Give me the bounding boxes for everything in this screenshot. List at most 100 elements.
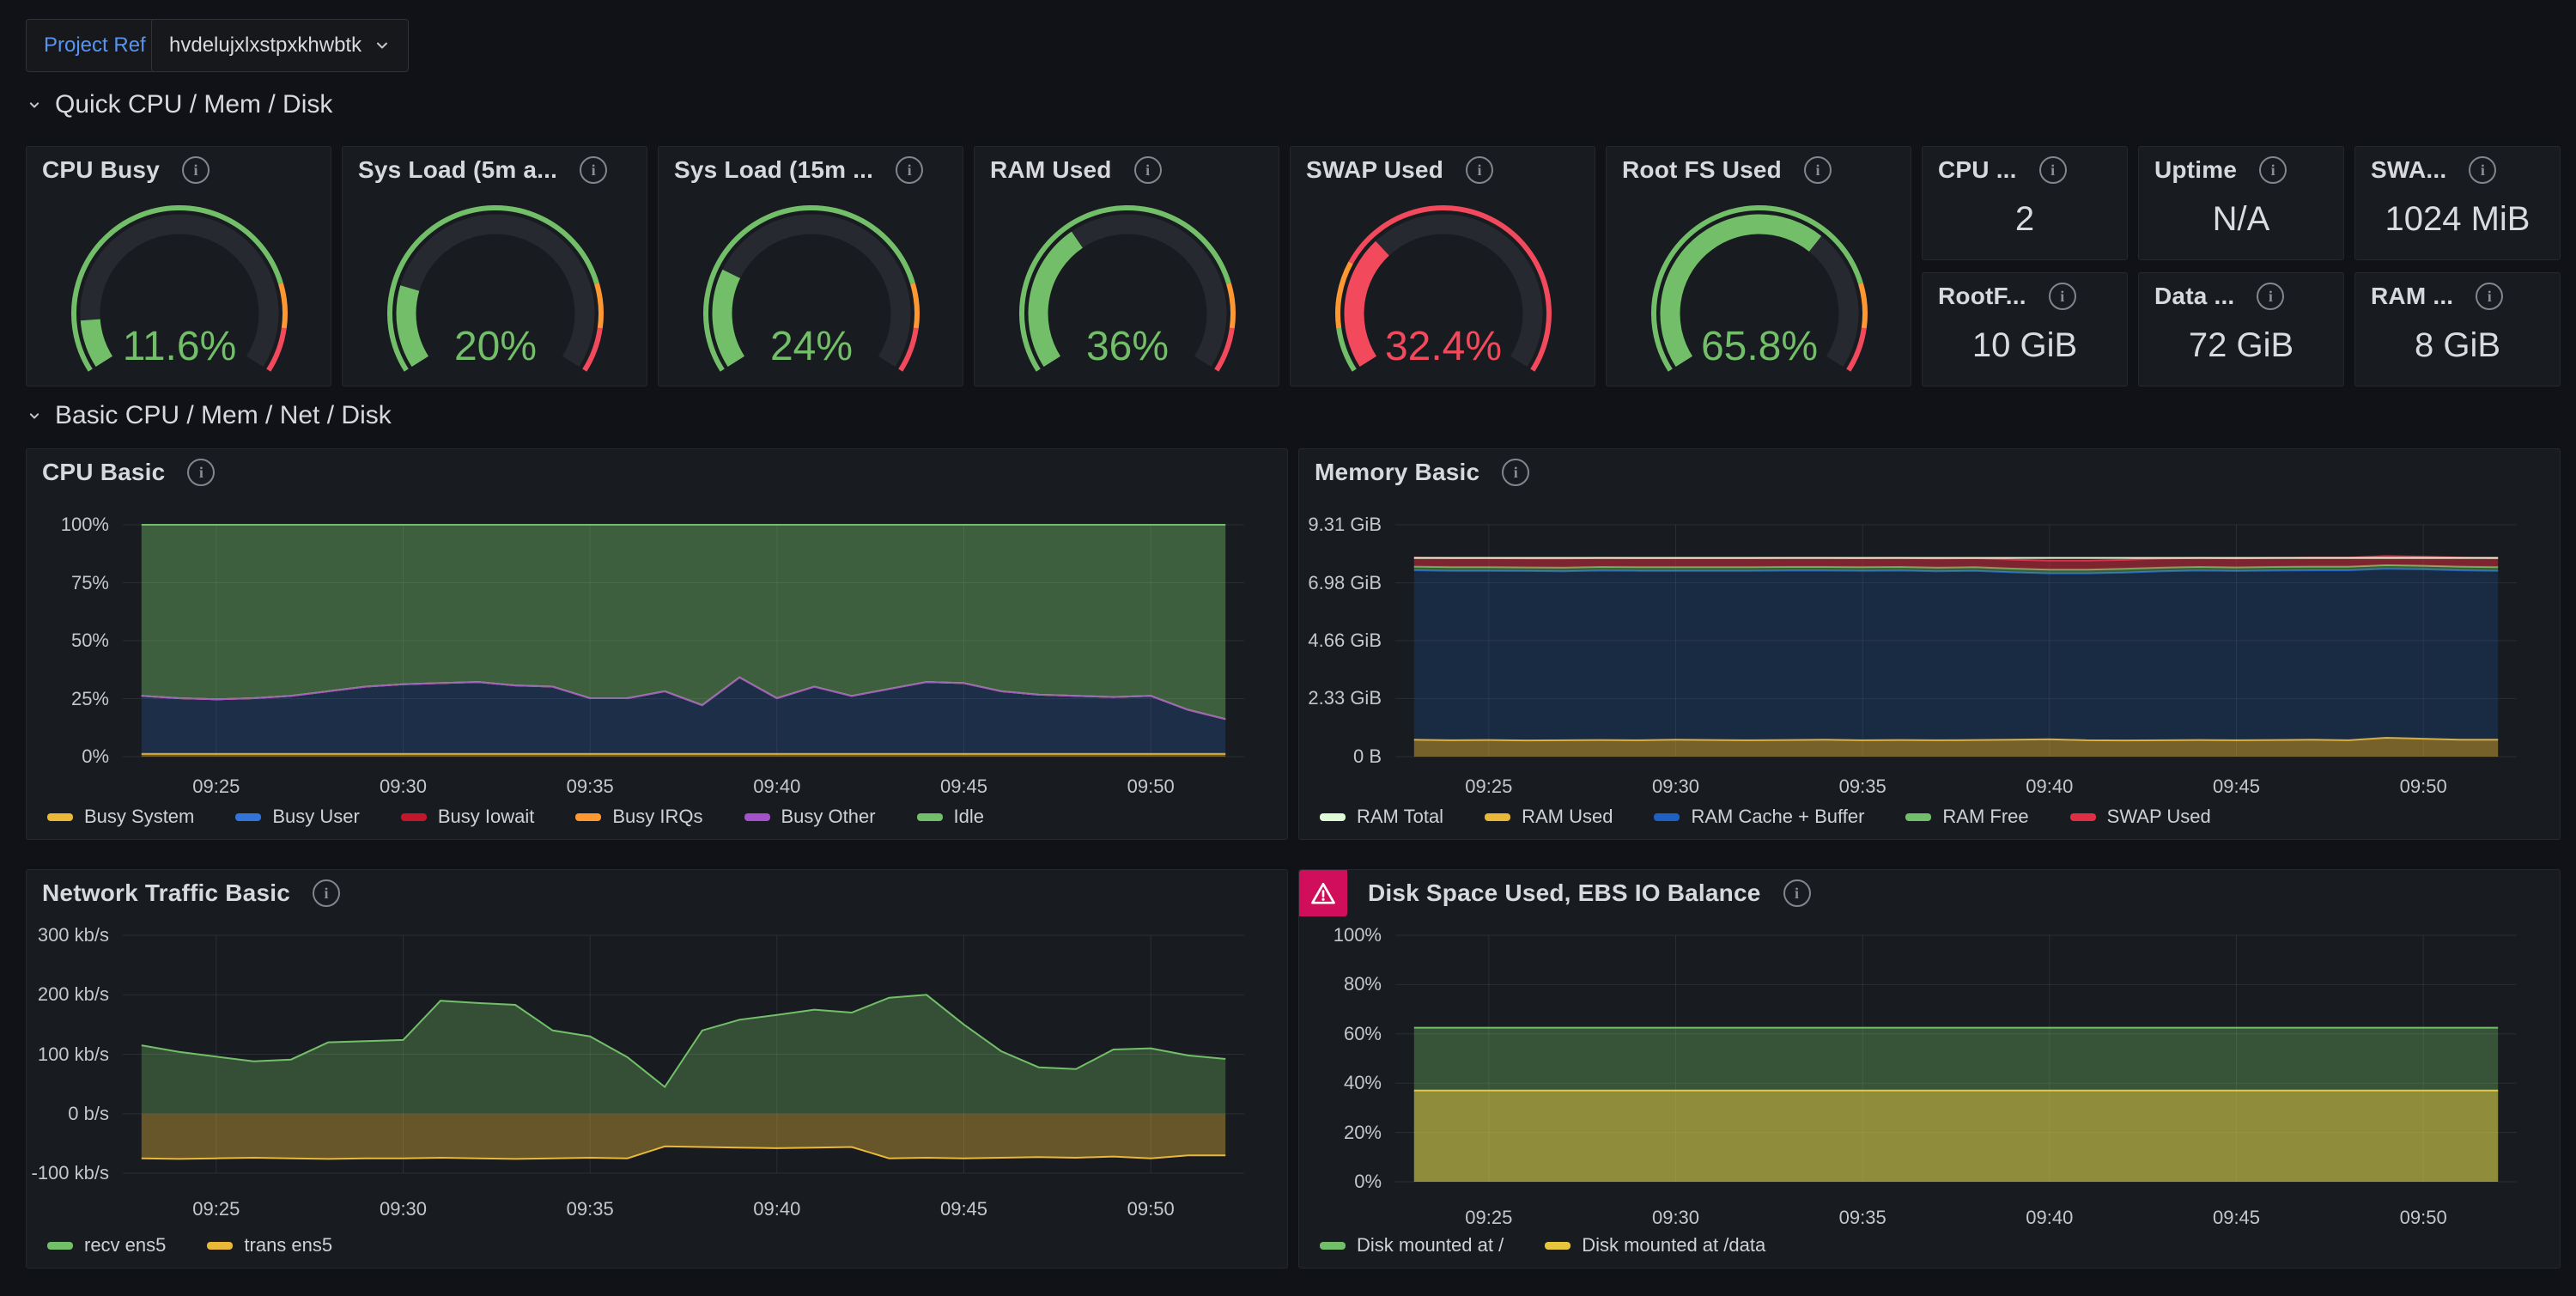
legend-label: Busy IRQs <box>612 806 702 828</box>
chevron-down-icon <box>26 407 43 424</box>
info-icon[interactable] <box>187 459 215 486</box>
legend-swatch <box>1654 813 1680 821</box>
legend-item[interactable]: Idle <box>917 806 984 828</box>
info-icon[interactable] <box>2469 156 2496 184</box>
panel-header[interactable]: SWA... <box>2355 147 2560 193</box>
panel-title: RootF... <box>1938 283 2026 310</box>
section-quick-cpu-mem-disk[interactable]: Quick CPU / Mem / Disk <box>26 88 332 122</box>
gauge: 36% <box>975 192 1280 387</box>
panel-header[interactable]: CPU Basic <box>27 449 1287 496</box>
panel-title: Data ... <box>2154 283 2234 310</box>
info-icon[interactable] <box>1502 459 1529 486</box>
panel-header[interactable]: RAM ... <box>2355 273 2560 319</box>
legend-item[interactable]: RAM Free <box>1905 806 2028 828</box>
panel-cpu-basic: CPU Basic 0%25%50%75%100%09:2509:3009:35… <box>26 448 1288 840</box>
legend-swatch <box>47 1242 73 1250</box>
info-icon[interactable] <box>182 156 210 184</box>
panel-header[interactable]: CPU Busy <box>27 147 331 193</box>
info-icon[interactable] <box>1783 879 1811 907</box>
gauge: 20% <box>343 192 648 387</box>
legend-item[interactable]: RAM Total <box>1320 806 1443 828</box>
project-ref-label: Project Ref <box>44 33 146 58</box>
legend-label: RAM Cache + Buffer <box>1691 806 1864 828</box>
y-axis-label: 200 kb/s <box>27 983 109 1006</box>
panel-header[interactable]: Disk Space Used, EBS IO Balance <box>1299 870 2560 916</box>
info-icon[interactable] <box>2259 156 2287 184</box>
x-axis-label: 09:45 <box>2213 776 2260 798</box>
legend-swatch <box>917 813 943 821</box>
panel-header[interactable]: SWAP Used <box>1291 147 1595 193</box>
info-icon[interactable] <box>896 156 923 184</box>
x-axis-label: 09:35 <box>1839 1207 1886 1229</box>
panel-header[interactable]: CPU ... <box>1923 147 2127 193</box>
panel-header[interactable]: Sys Load (15m ... <box>659 147 963 193</box>
legend-item[interactable]: trans ens5 <box>207 1234 332 1256</box>
legend-item[interactable]: Busy Other <box>744 806 876 828</box>
info-icon[interactable] <box>2476 283 2503 310</box>
project-ref-select[interactable]: hvdelujxlxstpxkhwbtk <box>151 19 409 72</box>
panel-title: Memory Basic <box>1315 459 1479 486</box>
info-icon[interactable] <box>2257 283 2284 310</box>
panel-header[interactable]: RootF... <box>1923 273 2127 319</box>
stat-value: 1024 MiB <box>2355 200 2560 239</box>
y-axis-label: 20% <box>1299 1122 1382 1144</box>
y-axis-label: 80% <box>1299 973 1382 995</box>
legend-item[interactable]: Busy User <box>235 806 359 828</box>
info-icon[interactable] <box>580 156 607 184</box>
legend-label: Busy User <box>272 806 359 828</box>
legend-item[interactable]: Disk mounted at / <box>1320 1234 1504 1256</box>
panel-header[interactable]: RAM Used <box>975 147 1279 193</box>
panel-header[interactable]: Root FS Used <box>1607 147 1911 193</box>
gauge: 32.4% <box>1291 192 1596 387</box>
panel-header[interactable]: Sys Load (5m a... <box>343 147 647 193</box>
info-icon[interactable] <box>1804 156 1832 184</box>
y-axis-label: 9.31 GiB <box>1299 514 1382 536</box>
legend-item[interactable]: Busy Iowait <box>401 806 535 828</box>
legend-swatch <box>401 813 427 821</box>
info-icon[interactable] <box>1466 156 1493 184</box>
panel-title: CPU Busy <box>42 156 160 184</box>
info-icon[interactable] <box>2039 156 2067 184</box>
legend-label: trans ens5 <box>244 1234 332 1256</box>
y-axis-label: 100% <box>27 514 109 536</box>
legend-item[interactable]: Disk mounted at /data <box>1545 1234 1765 1256</box>
y-axis-label: 0 b/s <box>27 1103 109 1125</box>
chevron-down-icon <box>374 37 391 54</box>
y-axis-label: 100% <box>1299 924 1382 946</box>
x-axis-label: 09:25 <box>192 1198 240 1220</box>
chart-legend: recv ens5 trans ens5 <box>47 1232 332 1259</box>
project-ref-value: hvdelujxlxstpxkhwbtk <box>169 33 361 58</box>
y-axis-label: 4.66 GiB <box>1299 630 1382 652</box>
legend-item[interactable]: RAM Cache + Buffer <box>1654 806 1864 828</box>
section-title: Basic CPU / Mem / Net / Disk <box>55 401 392 430</box>
legend-item[interactable]: Busy System <box>47 806 194 828</box>
panel-header[interactable]: Network Traffic Basic <box>27 870 1287 916</box>
panel-header[interactable]: Data ... <box>2139 273 2343 319</box>
panel-title: RAM Used <box>990 156 1112 184</box>
panel-header[interactable]: Uptime <box>2139 147 2343 193</box>
legend-item[interactable]: recv ens5 <box>47 1234 166 1256</box>
gauge-panel: Sys Load (15m ...24% <box>658 146 963 386</box>
info-icon[interactable] <box>313 879 340 907</box>
stat-value: 10 GiB <box>1923 326 2127 365</box>
stat-panel: CPU ...2 <box>1922 146 2128 260</box>
info-icon[interactable] <box>2049 283 2076 310</box>
legend-item[interactable]: RAM Used <box>1485 806 1613 828</box>
legend-label: RAM Total <box>1357 806 1443 828</box>
panel-title: CPU ... <box>1938 156 2017 184</box>
legend-item[interactable]: Busy IRQs <box>575 806 702 828</box>
info-icon[interactable] <box>1134 156 1162 184</box>
legend-swatch <box>1905 813 1931 821</box>
legend-label: Busy Iowait <box>438 806 535 828</box>
panel-title: Sys Load (15m ... <box>674 156 873 184</box>
section-basic-cpu-mem-net-disk[interactable]: Basic CPU / Mem / Net / Disk <box>26 399 392 433</box>
project-ref-label-chip: Project Ref <box>26 19 164 72</box>
stat-panel: RootF... 10 GiB <box>1922 272 2128 386</box>
legend-item[interactable]: SWAP Used <box>2070 806 2211 828</box>
x-axis-label: 09:50 <box>1127 1198 1175 1220</box>
stat-value: 8 GiB <box>2355 326 2560 365</box>
chevron-down-icon <box>26 96 43 113</box>
legend-label: recv ens5 <box>84 1234 166 1256</box>
panel-header[interactable]: Memory Basic <box>1299 449 2560 496</box>
y-axis-label: 60% <box>1299 1023 1382 1045</box>
